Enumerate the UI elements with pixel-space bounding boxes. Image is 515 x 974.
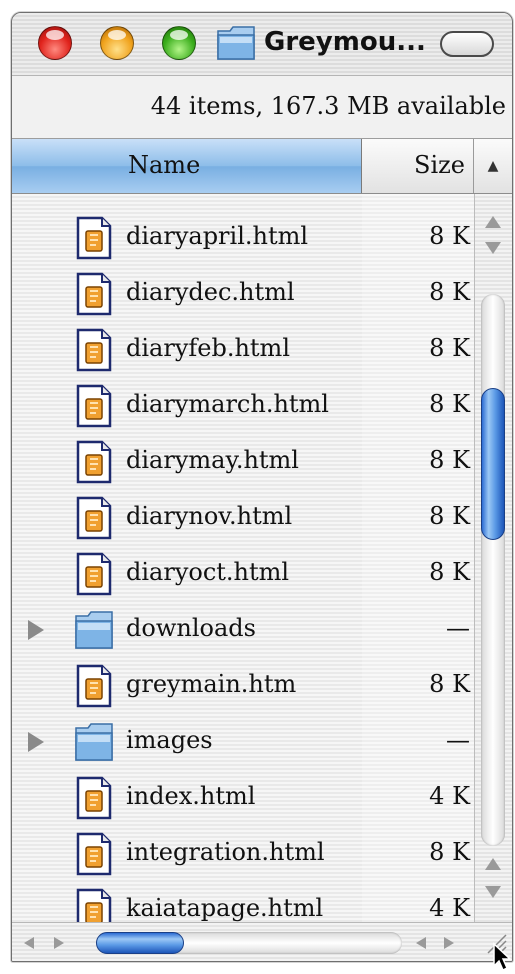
vertical-scrollbar[interactable] xyxy=(474,194,512,922)
title-bar[interactable]: Greymou... xyxy=(12,13,512,76)
file-size: 8 K xyxy=(429,390,470,418)
file-size: — xyxy=(446,614,470,642)
zoom-button[interactable] xyxy=(162,26,196,60)
file-row[interactable]: diarydec.html 8 K xyxy=(12,266,474,322)
scroll-left-arrow-icon[interactable] xyxy=(416,937,426,949)
file-row[interactable]: greymain.htm 8 K xyxy=(12,658,474,714)
file-size: 8 K xyxy=(429,670,470,698)
status-bar: 44 items, 167.3 MB available xyxy=(12,76,512,139)
file-name: kaiatapage.html xyxy=(126,894,324,922)
vertical-scroll-track[interactable] xyxy=(481,294,505,846)
scroll-left-arrow-icon[interactable] xyxy=(24,937,34,949)
file-name: integration.html xyxy=(126,838,325,866)
file-row[interactable]: kaiatapage.html 4 K xyxy=(12,882,474,922)
file-name: diarymay.html xyxy=(126,446,299,474)
disclosure-triangle-icon[interactable] xyxy=(28,620,44,640)
column-headers: Name Size ▲ xyxy=(12,139,512,194)
file-size: — xyxy=(446,726,470,754)
file-name: diaryoct.html xyxy=(126,558,290,586)
size-column-header[interactable]: Size xyxy=(362,139,474,193)
file-size: 8 K xyxy=(429,558,470,586)
file-row[interactable]: diarymarch.html 8 K xyxy=(12,378,474,434)
file-icon xyxy=(74,552,114,596)
scroll-down-arrow-icon[interactable] xyxy=(485,242,501,254)
file-icon xyxy=(74,328,114,372)
file-row[interactable]: diaryapril.html 8 K xyxy=(12,210,474,266)
file-icon xyxy=(74,384,114,428)
file-name: diaryapril.html xyxy=(126,222,309,250)
name-column-header[interactable]: Name xyxy=(12,139,362,193)
file-size: 8 K xyxy=(429,502,470,530)
file-size: 8 K xyxy=(429,334,470,362)
file-row[interactable]: diaryoct.html 8 K xyxy=(12,546,474,602)
file-icon xyxy=(74,888,114,922)
scroll-up-arrow-icon[interactable] xyxy=(485,216,501,228)
disclosure-triangle-icon[interactable] xyxy=(28,732,44,752)
sort-direction-button[interactable]: ▲ xyxy=(474,139,512,193)
file-size: 8 K xyxy=(429,446,470,474)
scroll-right-arrow-icon[interactable] xyxy=(54,937,64,949)
folder-icon xyxy=(74,720,114,764)
file-row[interactable]: diaryfeb.html 8 K xyxy=(12,322,474,378)
file-name: diarynov.html xyxy=(126,502,293,530)
file-row[interactable]: diarynov.html 8 K xyxy=(12,490,474,546)
file-row[interactable]: diarymay.html 8 K xyxy=(12,434,474,490)
file-icon xyxy=(74,272,114,316)
mouse-pointer-icon xyxy=(493,942,512,972)
file-name: greymain.htm xyxy=(126,670,297,698)
folder-icon xyxy=(217,26,255,60)
file-name: downloads xyxy=(126,614,256,642)
finder-window: Greymou... 44 items, 167.3 MB available … xyxy=(11,12,513,962)
file-list: diaryapril.html 8 K diarydec.html 8 K diar… xyxy=(12,194,474,922)
folder-icon xyxy=(74,608,114,652)
file-name: index.html xyxy=(126,782,256,810)
scroll-down-arrow-icon[interactable] xyxy=(485,886,501,898)
file-row[interactable]: integration.html 8 K xyxy=(12,826,474,882)
name-column-label: Name xyxy=(128,151,201,179)
folder-row[interactable]: images — xyxy=(12,714,474,770)
minimize-button[interactable] xyxy=(100,26,134,60)
horizontal-scroll-thumb[interactable] xyxy=(96,932,184,954)
scroll-right-arrow-icon[interactable] xyxy=(444,937,454,949)
file-size: 8 K xyxy=(429,222,470,250)
file-name: diarymarch.html xyxy=(126,390,329,418)
window-title: Greymou... xyxy=(264,27,426,57)
horizontal-scrollbar[interactable] xyxy=(12,922,512,961)
file-size: 8 K xyxy=(429,278,470,306)
file-row[interactable]: index.html 4 K xyxy=(12,770,474,826)
file-size: 4 K xyxy=(429,782,470,810)
file-name: diarydec.html xyxy=(126,278,295,306)
scroll-up-arrow-icon[interactable] xyxy=(485,858,501,870)
file-size: 8 K xyxy=(429,838,470,866)
file-size: 4 K xyxy=(429,894,470,922)
file-icon xyxy=(74,832,114,876)
file-icon xyxy=(74,496,114,540)
size-column-label: Size xyxy=(414,151,465,179)
close-button[interactable] xyxy=(38,26,72,60)
file-icon xyxy=(74,776,114,820)
folder-row[interactable]: downloads — xyxy=(12,602,474,658)
file-icon xyxy=(74,664,114,708)
vertical-scroll-thumb[interactable] xyxy=(481,388,505,540)
file-icon xyxy=(74,216,114,260)
file-name: diaryfeb.html xyxy=(126,334,290,362)
toolbar-toggle-button[interactable] xyxy=(440,31,494,57)
file-name: images xyxy=(126,726,213,754)
status-text: 44 items, 167.3 MB available xyxy=(150,92,506,120)
file-icon xyxy=(74,440,114,484)
